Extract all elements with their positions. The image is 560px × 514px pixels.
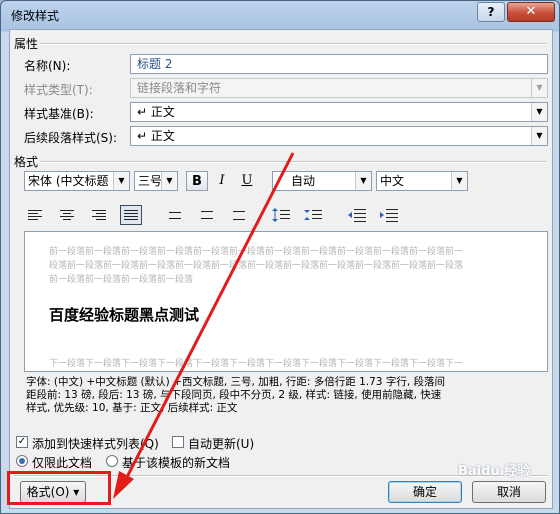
annotation-arrow-icon — [113, 152, 295, 499]
modify-style-dialog: 修改样式 ? ✕ 属性 名称(N): 标题 2 样式类型(T): 链接段落和字符… — [0, 0, 560, 514]
